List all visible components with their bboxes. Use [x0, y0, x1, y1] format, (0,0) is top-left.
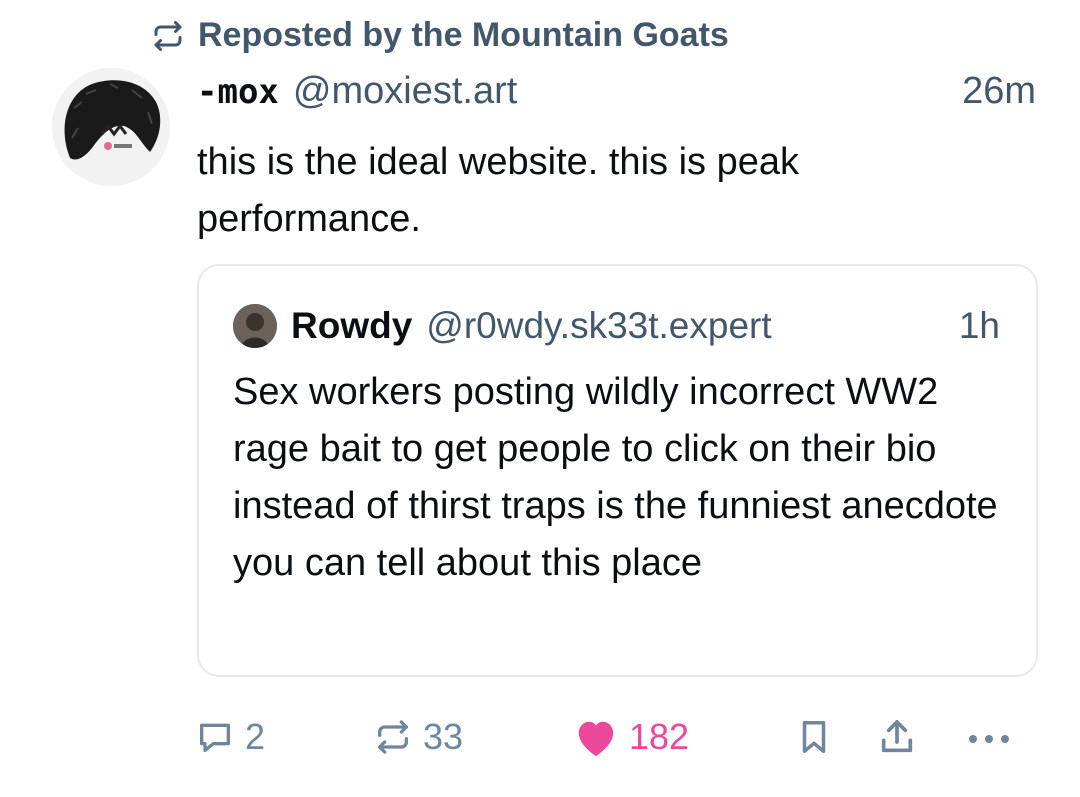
share-button[interactable] [877, 712, 917, 762]
post-text: this is the ideal website. this is peak … [197, 141, 799, 240]
repost-count: 33 [423, 716, 464, 757]
quote-text: Sex workers posting wildly incorrect WW2… [233, 371, 998, 584]
quote-header: Rowdy @r0wdy.sk33t.expert 1h [233, 304, 1000, 348]
author-display-name[interactable]: -mox [197, 72, 279, 112]
quote-avatar [233, 304, 277, 348]
heart-icon [578, 721, 614, 757]
reply-button[interactable]: 2 [195, 712, 265, 762]
quote-timestamp: 1h [958, 305, 1000, 346]
quoted-post[interactable]: Rowdy @r0wdy.sk33t.expert 1h Sex workers… [197, 264, 1038, 677]
avatar[interactable] [52, 68, 170, 186]
quote-author-handle: @r0wdy.sk33t.expert [426, 305, 772, 346]
post-timestamp[interactable]: 26m [962, 70, 1036, 113]
repost-icon [378, 720, 408, 754]
author-handle[interactable]: @moxiest.art [293, 70, 517, 113]
bookmark-button[interactable] [795, 712, 833, 762]
more-options-button[interactable] [963, 712, 1015, 762]
repost-banner[interactable]: Reposted by the Mountain Goats [150, 16, 729, 55]
reply-count: 2 [245, 716, 266, 757]
share-icon [881, 720, 913, 753]
like-button[interactable]: 182 [573, 712, 689, 762]
post-header: -mox @moxiest.art 26m [197, 70, 1036, 113]
repost-button[interactable]: 33 [373, 712, 463, 762]
repost-icon [150, 18, 186, 54]
reply-icon [200, 723, 230, 752]
post-actions: 2 33 182 [195, 712, 1035, 762]
repost-banner-text: Reposted by the Mountain Goats [198, 16, 729, 54]
bookmark-icon [802, 721, 826, 753]
quote-author-name: Rowdy [291, 305, 413, 346]
post-view: Reposted by the Mountain Goats -mox @mox… [0, 0, 1080, 797]
more-icon [969, 735, 1009, 743]
like-count: 182 [629, 716, 690, 757]
